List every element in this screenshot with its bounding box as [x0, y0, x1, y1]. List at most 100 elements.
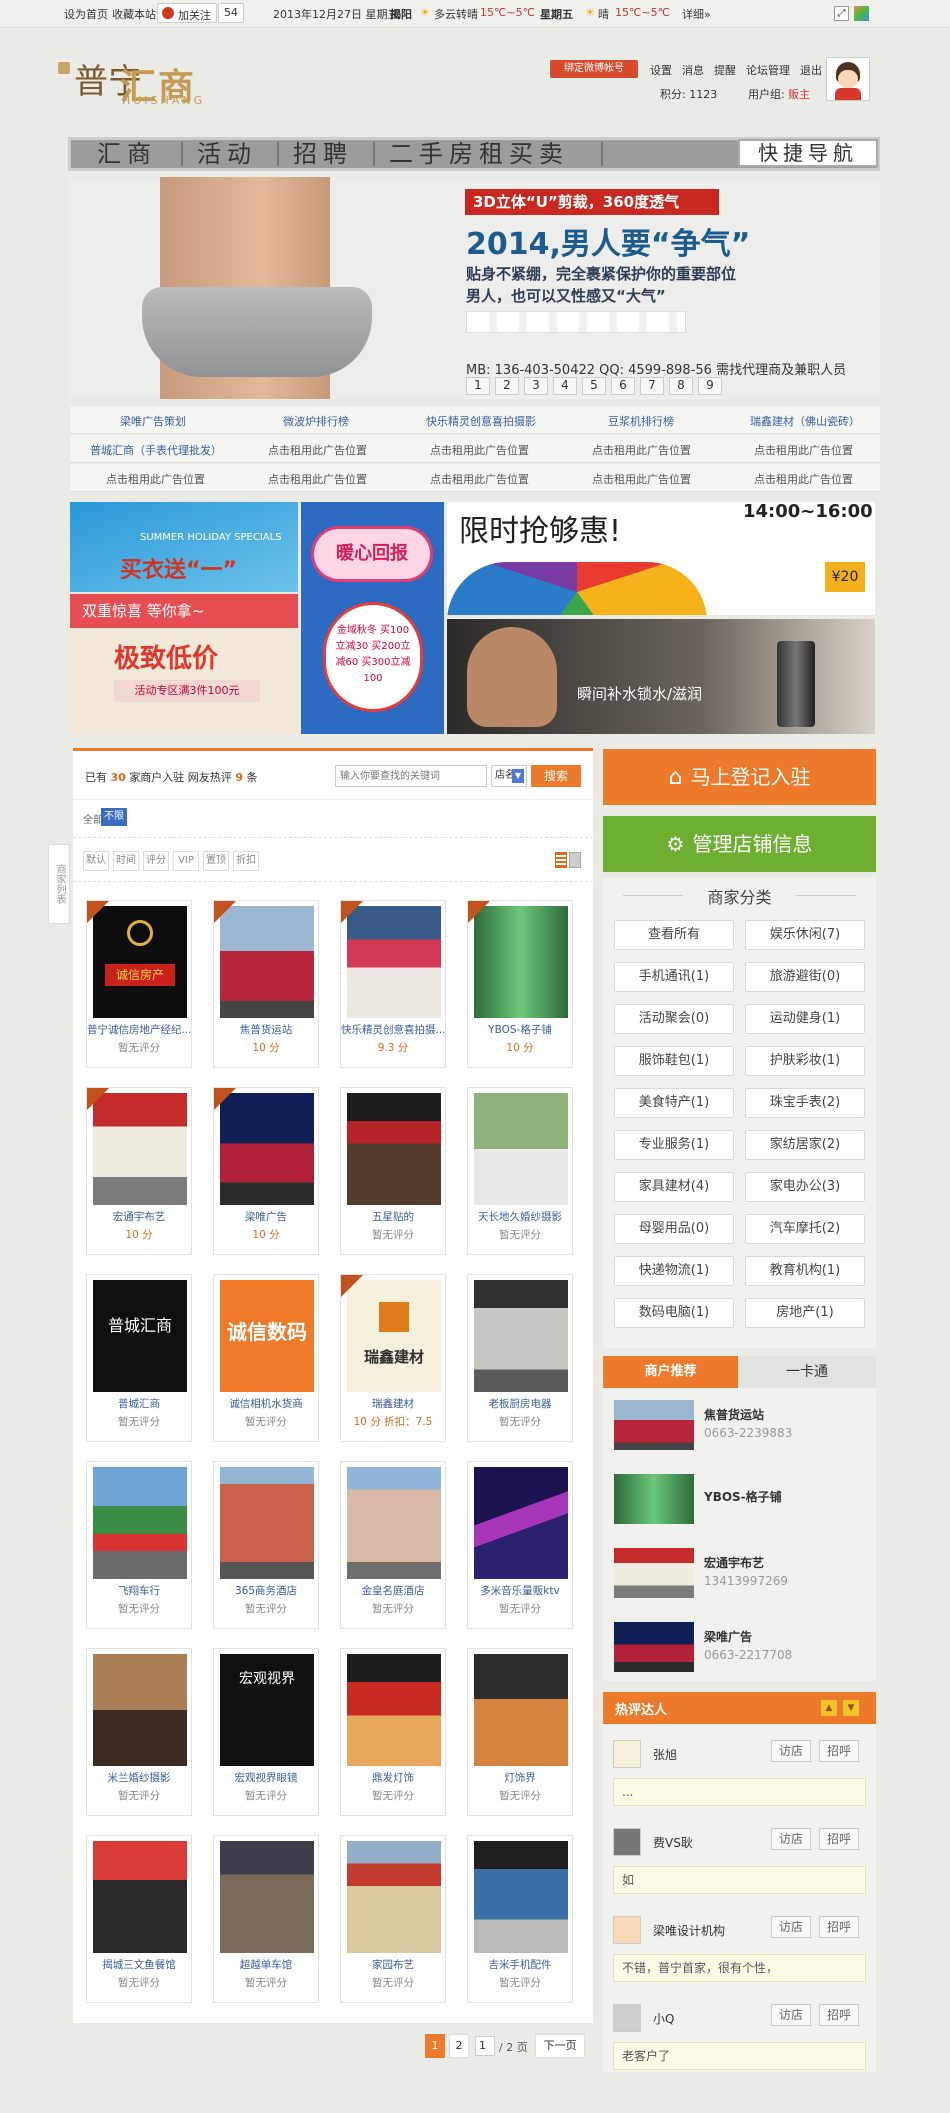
store-card[interactable]: 超越单车馆 暂无评分 [213, 1835, 319, 2003]
nav-item-housing[interactable]: 二手房租买卖 [389, 140, 569, 168]
category-item[interactable]: 家电办公(3) [745, 1172, 865, 1202]
apps-icon[interactable] [854, 6, 869, 21]
page-input[interactable]: 1 [475, 2036, 495, 2056]
reviewer-name[interactable]: 梁唯设计机构 [653, 1922, 725, 1939]
store-name[interactable]: 宏通宇布艺 [87, 1209, 191, 1224]
avatar[interactable] [826, 57, 870, 101]
reviewer-avatar[interactable] [613, 1828, 641, 1856]
settings-link[interactable]: 设置 [650, 62, 672, 78]
store-card[interactable]: 梁唯广告 10 分 [213, 1087, 319, 1255]
list-view-icon[interactable] [555, 852, 567, 868]
recommended-store[interactable]: 梁唯广告 0663-2217708 [614, 1620, 874, 1680]
store-card[interactable]: 鼎发灯饰 暂无评分 [340, 1648, 446, 1816]
bind-weibo-button[interactable]: 绑定微博帐号 [550, 60, 638, 78]
category-item[interactable]: 家纺居家(2) [745, 1130, 865, 1160]
store-name[interactable]: 米兰婚纱摄影 [87, 1770, 191, 1785]
ad-link[interactable]: 点击租用此广告位置 [430, 442, 529, 458]
sort-tab-vip[interactable]: VIP [173, 851, 199, 871]
tab-card[interactable]: 一卡通 [738, 1356, 876, 1388]
banner-page-7[interactable]: 7 [640, 377, 664, 395]
category-item[interactable]: 手机通讯(1) [614, 962, 734, 992]
sort-tab-top[interactable]: 置顶 [203, 851, 229, 871]
store-card[interactable]: 米兰婚纱摄影 暂无评分 [86, 1648, 192, 1816]
store-card[interactable]: 宏观视界 宏观视界眼镜 暂无评分 [213, 1648, 319, 1816]
promo-summer-sale[interactable]: SUMMER HOLIDAY SPECIALS 买衣送“一” 双重惊喜 等你拿~… [70, 502, 298, 734]
banner-page-4[interactable]: 4 [553, 377, 577, 395]
sort-tab-default[interactable]: 默认 [83, 851, 109, 871]
ad-link[interactable]: 豆浆机排行榜 [608, 413, 674, 429]
store-card[interactable]: 焦普货运站 10 分 [213, 900, 319, 1068]
reviewer-avatar[interactable] [613, 1740, 641, 1768]
store-card[interactable]: 金皇名庭酒店 暂无评分 [340, 1461, 446, 1629]
store-name[interactable]: 宏观视界眼镜 [214, 1770, 318, 1785]
recommended-store[interactable]: YBOS-格子铺 [614, 1472, 874, 1532]
grid-view-icon[interactable] [569, 852, 581, 868]
store-card[interactable]: 宏通宇布艺 10 分 [86, 1087, 192, 1255]
fullscreen-icon[interactable]: ⤢ [834, 6, 849, 21]
ad-link[interactable]: 点击租用此广告位置 [592, 471, 691, 487]
site-logo[interactable]: 普宁 汇商 HUISHANG [58, 54, 238, 110]
next-page-button[interactable]: 下一页 [535, 2034, 585, 2058]
store-card[interactable]: 诚信房产 普宁诚信房地产经纪... 暂无评分 [86, 900, 192, 1068]
weather-detail-link[interactable]: 详细» [682, 6, 711, 22]
store-name[interactable]: 超越单车馆 [214, 1957, 318, 1972]
bookmark-link[interactable]: 收藏本站 [112, 6, 156, 22]
store-name[interactable]: 五星贴的 [341, 1209, 445, 1224]
store-name[interactable]: 诚信相机水货商 [214, 1396, 318, 1411]
category-item[interactable]: 房地产(1) [745, 1298, 865, 1328]
forum-admin-link[interactable]: 论坛管理 [746, 62, 790, 78]
ad-link[interactable]: 点击租用此广告位置 [106, 471, 205, 487]
store-name[interactable]: 多米音乐量贩ktv [468, 1583, 572, 1598]
sort-tab-rating[interactable]: 评分 [143, 851, 169, 871]
register-store-button[interactable]: ⌂ 马上登记入驻 [603, 749, 876, 805]
set-home-link[interactable]: 设为首页 [64, 6, 108, 22]
nav-item-jobs[interactable]: 招聘 [293, 140, 353, 168]
page-1-button[interactable]: 1 [425, 2034, 445, 2058]
store-name[interactable]: 灯饰界 [468, 1770, 572, 1785]
ad-link[interactable]: 快乐精灵创意喜拍摄影 [426, 413, 536, 429]
visit-store-button[interactable]: 访店 [771, 1740, 811, 1762]
category-item[interactable]: 家具建材(4) [614, 1172, 734, 1202]
category-item[interactable]: 旅游避街(0) [745, 962, 865, 992]
store-card[interactable]: 飞翔车行 暂无评分 [86, 1461, 192, 1629]
store-name[interactable]: 焦普货运站 [214, 1022, 318, 1037]
store-name[interactable]: 快乐精灵创意喜拍摄... [341, 1022, 445, 1037]
visit-store-button[interactable]: 访店 [771, 1828, 811, 1850]
store-card[interactable]: 天长地久婚纱摄影 暂无评分 [467, 1087, 573, 1255]
category-item[interactable]: 活动聚会(0) [614, 1004, 734, 1034]
ad-link[interactable]: 点击租用此广告位置 [430, 471, 529, 487]
ad-link[interactable]: 微波炉排行榜 [283, 413, 349, 429]
arrow-down-icon[interactable]: ▼ [843, 1700, 859, 1716]
banner-page-1[interactable]: 1 [466, 377, 490, 395]
category-item[interactable]: 汽车摩托(2) [745, 1214, 865, 1244]
manage-store-button[interactable]: ⚙ 管理店铺信息 [603, 816, 876, 872]
store-card[interactable]: 365商务酒店 暂无评分 [213, 1461, 319, 1629]
ad-link[interactable]: 点击租用此广告位置 [268, 442, 367, 458]
store-card[interactable]: 普城汇商 普城汇商 暂无评分 [86, 1274, 192, 1442]
store-card[interactable]: YBOS-格子铺 10 分 [467, 900, 573, 1068]
promo-skincare[interactable]: 瞬间补水锁水/滋润 [447, 619, 875, 734]
store-name[interactable]: 普宁诚信房地产经纪... [87, 1022, 191, 1037]
rec-store-name[interactable]: YBOS-格子铺 [704, 1488, 782, 1505]
category-item[interactable]: 珠宝手表(2) [745, 1088, 865, 1118]
ad-link[interactable]: 点击租用此广告位置 [754, 442, 853, 458]
category-item[interactable]: 服饰鞋包(1) [614, 1046, 734, 1076]
banner-page-9[interactable]: 9 [698, 377, 722, 395]
store-name[interactable]: 金皇名庭酒店 [341, 1583, 445, 1598]
banner-page-3[interactable]: 3 [524, 377, 548, 395]
store-card[interactable]: 诚信数码 诚信相机水货商 暂无评分 [213, 1274, 319, 1442]
store-name[interactable]: 梁唯广告 [214, 1209, 318, 1224]
category-all[interactable]: 查看所有 [614, 920, 734, 950]
recommended-store[interactable]: 宏通宇布艺 13413997269 [614, 1546, 874, 1606]
store-card[interactable]: 揭城三文鱼餐馆 暂无评分 [86, 1835, 192, 2003]
promo-flash-sale[interactable]: 限时抢够惠! 14:00~16:00 开抢啦! ¥20 [447, 502, 875, 615]
rec-store-name[interactable]: 宏通宇布艺 [704, 1554, 764, 1571]
store-name[interactable]: 老板厨房电器 [468, 1396, 572, 1411]
ad-link[interactable]: 点击租用此广告位置 [754, 471, 853, 487]
category-item[interactable]: 数码电脑(1) [614, 1298, 734, 1328]
greet-button[interactable]: 招呼 [819, 2004, 859, 2026]
store-name[interactable]: YBOS-格子铺 [468, 1022, 572, 1037]
store-card[interactable]: 老板厨房电器 暂无评分 [467, 1274, 573, 1442]
category-item[interactable]: 运动健身(1) [745, 1004, 865, 1034]
tab-recommend[interactable]: 商户推荐 [603, 1356, 738, 1388]
